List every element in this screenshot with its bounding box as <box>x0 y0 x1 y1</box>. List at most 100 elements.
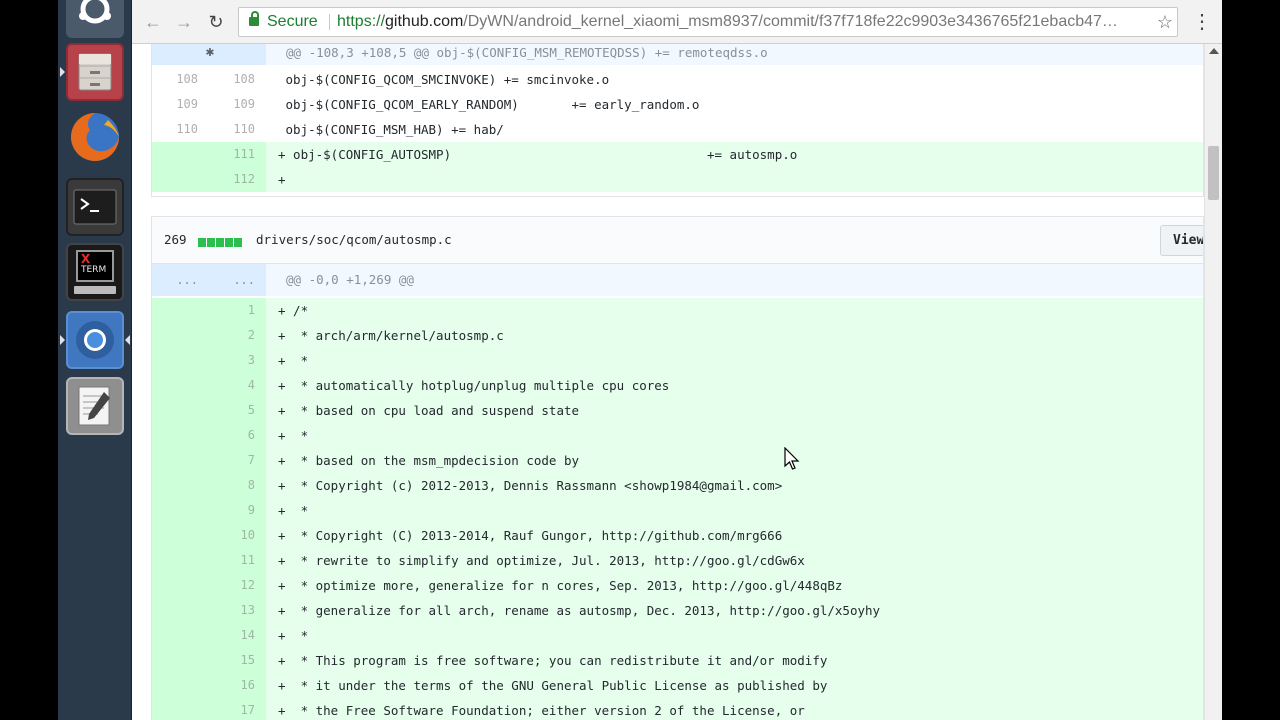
new-line-number[interactable]: 10 <box>209 523 255 548</box>
diff-line-added: 8 + * Copyright (c) 2012-2013, Dennis Ras… <box>152 473 1203 498</box>
diff-line-added: 12 + * optimize more, generalize for n co… <box>152 573 1203 598</box>
omnibox-separator <box>329 14 330 30</box>
focused-indicator <box>125 335 130 345</box>
view-file-button[interactable]: View <box>1160 225 1203 256</box>
scroll-up-arrow-icon[interactable] <box>1209 48 1219 54</box>
address-bar[interactable]: Secure https://github.com/DyWN/android_k… <box>238 7 1178 37</box>
diff-line-added: 14 + * <box>152 623 1203 648</box>
diff-line-added: 2 + * arch/arm/kernel/autosmp.c <box>152 323 1203 348</box>
chromium-icon[interactable] <box>66 311 124 369</box>
diff-line-added: 16 + * it under the terms of the GNU Gene… <box>152 673 1203 698</box>
bookmark-star-icon[interactable]: ☆ <box>1157 8 1173 36</box>
old-line-number[interactable]: 108 <box>152 67 198 92</box>
diff-line-added: 7 + * based on the msm_mpdecision code by <box>152 448 1203 473</box>
new-line-number[interactable]: 3 <box>209 348 255 373</box>
diff-file-autosmp: 269 drivers/soc/qcom/autosmp.c View ....… <box>151 216 1204 720</box>
diff-line-code: + * automatically hotplug/unplug multipl… <box>278 378 670 393</box>
diff-line-added: 9 + * <box>152 498 1203 523</box>
file-cabinet-icon <box>78 53 112 91</box>
url-path: /DyWN/android_kernel_xiaomi_msm8937/comm… <box>463 13 1118 30</box>
diff-line-code: + * based on the msm_mpdecision code by <box>278 453 580 468</box>
diff-line: 108 108 obj-$(CONFIG_QCOM_SMCINVOKE) += s… <box>152 67 1203 92</box>
xterm-label-x: X <box>81 252 91 266</box>
hunk-header-text: @@ -108,3 +108,5 @@ obj-$(CONFIG_MSM_REM… <box>286 45 768 60</box>
hunk-expand-old[interactable]: ... <box>152 264 198 296</box>
new-line-number[interactable]: 109 <box>209 92 255 117</box>
diff-line-code: + * generalize for all arch, rename as a… <box>278 603 881 618</box>
new-line-number[interactable]: 112 <box>209 167 255 192</box>
diff-line-code: + * <box>278 503 309 518</box>
new-line-number[interactable]: 8 <box>209 473 255 498</box>
back-icon[interactable]: ← <box>142 11 164 33</box>
url-text[interactable]: https://github.com/DyWN/android_kernel_x… <box>337 8 1147 36</box>
new-line-number[interactable]: 1 <box>209 298 255 323</box>
new-line-number[interactable]: 9 <box>209 498 255 523</box>
files-icon[interactable] <box>66 43 124 101</box>
diff-line: 109 109 obj-$(CONFIG_QCOM_EARLY_RANDOM) +… <box>152 92 1203 117</box>
vertical-scrollbar[interactable] <box>1204 44 1222 720</box>
text-editor-icon[interactable] <box>66 377 124 435</box>
hunk-expand-new[interactable]: ... <box>209 264 255 296</box>
xterm-monitor-icon: X TERM <box>74 248 116 296</box>
diff-line-code: + * based on cpu load and suspend state <box>278 403 580 418</box>
diff-file-kernel-makefile: ✱ @@ -108,3 +108,5 @@ obj-$(CONFIG_MSM_R… <box>151 44 1204 197</box>
new-line-number[interactable]: 110 <box>209 117 255 142</box>
chrome-browser-window: ← → ↻ Secure https://github.com/DyWN/and… <box>132 0 1222 720</box>
hunk-header-row: ...... @@ -0,0 +1,269 @@ <box>152 264 1203 296</box>
firefox-icon[interactable] <box>66 108 124 166</box>
page-content: ✱ @@ -108,3 +108,5 @@ obj-$(CONFIG_MSM_R… <box>132 44 1222 720</box>
diff-line-code: obj-$(CONFIG_QCOM_EARLY_RANDOM) += early… <box>278 97 700 112</box>
diff-line-code: + * rewrite to simplify and optimize, Ju… <box>278 553 805 568</box>
diff-line-code: + <box>278 172 286 187</box>
new-line-number[interactable]: 111 <box>209 142 255 167</box>
new-line-number[interactable]: 15 <box>209 648 255 673</box>
diffstat-count: 269 <box>164 232 187 247</box>
diff-line-added: 15 + * This program is free software; you… <box>152 648 1203 673</box>
new-line-number[interactable]: 14 <box>209 623 255 648</box>
old-line-number[interactable]: 110 <box>152 117 198 142</box>
diff-line: 110 110 obj-$(CONFIG_MSM_HAB) += hab/ <box>152 117 1203 142</box>
xterm-label-term: TERM <box>81 265 107 275</box>
old-line-number[interactable]: 109 <box>152 92 198 117</box>
diff-line-code: obj-$(CONFIG_QCOM_SMCINVOKE) += smcinvok… <box>278 72 610 87</box>
chromium-logo-icon <box>76 321 114 359</box>
diff-line-code: + * <box>278 353 309 368</box>
letterbox-right <box>1222 0 1280 720</box>
diffstat-bar <box>198 235 243 247</box>
diff-line-added: 11 + * rewrite to simplify and optimize, … <box>152 548 1203 573</box>
file-path[interactable]: drivers/soc/qcom/autosmp.c <box>256 232 452 247</box>
terminal-icon[interactable] <box>66 178 124 236</box>
diff-line-added: 17 + * the Free Software Foundation; eith… <box>152 698 1203 720</box>
firefox-logo-icon <box>71 113 119 161</box>
diff-line-code: + * Copyright (c) 2012-2013, Dennis Rass… <box>278 478 783 493</box>
diff-line-added: 1 + /* <box>152 298 1203 323</box>
diff-line-added: 10 + * Copyright (C) 2013-2014, Rauf Gung… <box>152 523 1203 548</box>
browser-toolbar: ← → ↻ Secure https://github.com/DyWN/and… <box>132 0 1222 44</box>
scrollbar-thumb[interactable] <box>1208 146 1219 200</box>
reload-icon[interactable]: ↻ <box>205 11 227 33</box>
new-line-number[interactable]: 108 <box>209 67 255 92</box>
new-line-number[interactable]: 17 <box>209 698 255 720</box>
forward-icon[interactable]: → <box>173 11 195 33</box>
xterm-icon[interactable]: X TERM <box>66 243 124 301</box>
new-line-number[interactable]: 4 <box>209 373 255 398</box>
ubuntu-logo-icon <box>79 0 111 24</box>
diff-line-code: + * <box>278 428 309 443</box>
diff-line-added: 6 + * <box>152 423 1203 448</box>
notepad-pencil-icon <box>78 386 110 426</box>
new-line-number[interactable]: 5 <box>209 398 255 423</box>
new-line-number[interactable]: 11 <box>209 548 255 573</box>
letterbox-left <box>0 0 58 720</box>
new-line-number[interactable]: 7 <box>209 448 255 473</box>
new-line-number[interactable]: 2 <box>209 323 255 348</box>
diff-line-code: + * optimize more, generalize for n core… <box>278 578 843 593</box>
diff-line-code: + /* <box>278 303 309 318</box>
new-line-number[interactable]: 13 <box>209 598 255 623</box>
new-line-number[interactable]: 6 <box>209 423 255 448</box>
expand-up-icon[interactable]: ✱ <box>202 44 218 60</box>
new-line-number[interactable]: 12 <box>209 573 255 598</box>
ubuntu-dash-icon[interactable] <box>66 0 124 38</box>
chrome-menu-icon[interactable]: ⋮ <box>1192 10 1212 34</box>
new-line-number[interactable]: 16 <box>209 673 255 698</box>
diff-line-added: 3 + * <box>152 348 1203 373</box>
